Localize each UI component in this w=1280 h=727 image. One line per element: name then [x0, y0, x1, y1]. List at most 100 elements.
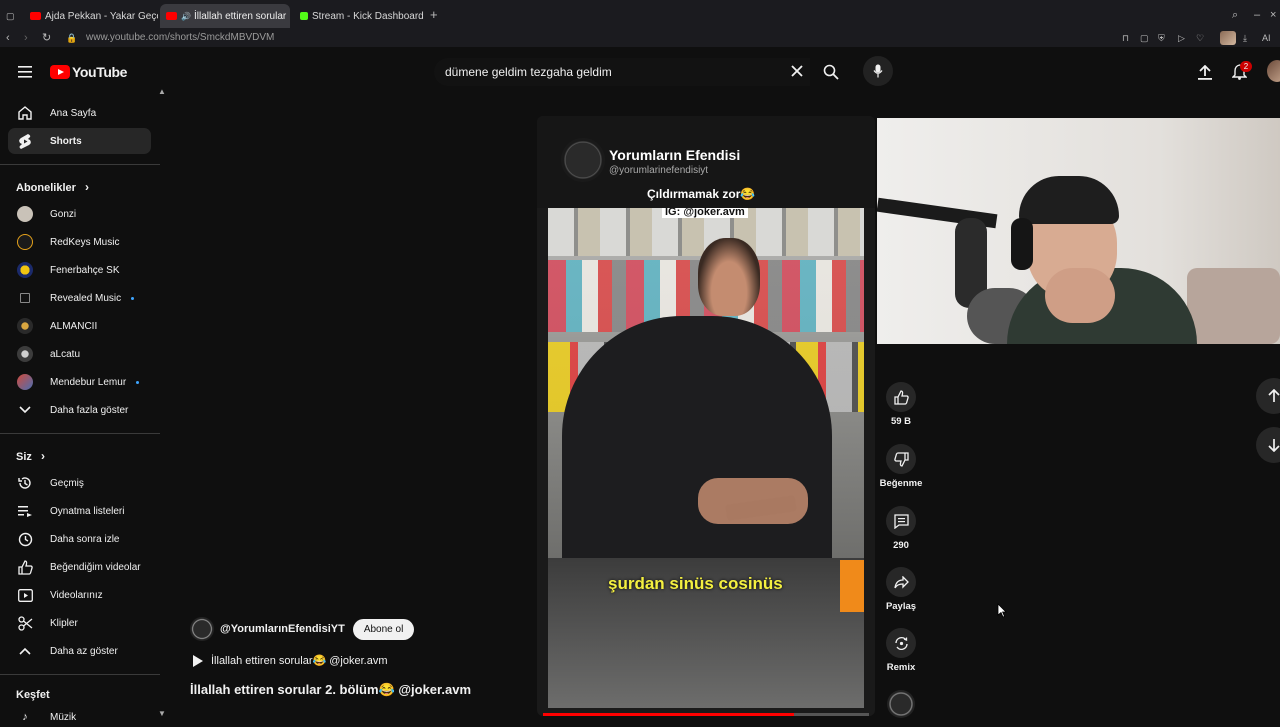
sidebar-item-watch-later[interactable]: Daha sonra izle — [8, 526, 151, 552]
video-overlay-header: Yorumların Efendisi @yorumlarinefendisiy… — [537, 116, 875, 208]
upload-icon[interactable] — [1195, 62, 1215, 82]
remix-button[interactable]: Remix — [878, 628, 924, 673]
subscription-mendebur[interactable]: Mendebur Lemur — [8, 369, 151, 395]
share-icon-circle — [886, 567, 916, 597]
heart-icon[interactable]: ♡ — [1196, 31, 1204, 45]
profile-avatar[interactable] — [1220, 31, 1236, 45]
hands — [698, 478, 808, 524]
like-count: 59 B — [890, 416, 912, 427]
sidebar-item-home[interactable]: Ana Sayfa — [8, 100, 151, 126]
subscription-fenerbahce[interactable]: Fenerbahçe SK — [8, 257, 151, 283]
tab-label: Stream - Kick Dashboard — [312, 10, 424, 22]
overlay-channel-name: Yorumların Efendisi — [609, 147, 741, 163]
share-label: Paylaş — [885, 601, 917, 612]
audio-source-avatar[interactable] — [887, 690, 915, 718]
close-window-icon[interactable]: × — [1270, 8, 1276, 22]
subscription-redkeys[interactable]: RedKeys Music — [8, 229, 151, 255]
avatar — [17, 318, 33, 334]
sidebar-item-your-videos[interactable]: Videolarınız — [8, 582, 151, 608]
minimize-icon[interactable]: – — [1254, 8, 1260, 22]
sidebar-item-label: Shorts — [50, 135, 82, 147]
chevron-right-icon: › — [84, 180, 89, 194]
voice-search-icon[interactable] — [863, 56, 893, 86]
short-video-player[interactable]: Yorumların Efendisi @yorumlarinefendisiy… — [537, 116, 875, 716]
reload-icon[interactable]: ↻ — [42, 31, 51, 45]
share-button[interactable]: Paylaş — [878, 567, 924, 612]
subscription-label: Gonzi — [50, 208, 77, 220]
sidebar-item-label: Daha az göster — [50, 645, 118, 657]
you-heading[interactable]: Siz › — [16, 449, 45, 463]
subscriptions-heading[interactable]: Abonelikler › — [16, 180, 89, 194]
sidebar-item-music[interactable]: ♪ Müzik — [8, 707, 151, 727]
explore-heading: Keşfet — [16, 689, 50, 701]
channel-avatar-slot — [16, 233, 34, 251]
download-icon[interactable]: ⤓ — [1243, 31, 1247, 45]
next-short-button[interactable] — [1256, 427, 1280, 463]
ai-extension[interactable]: AI — [1262, 31, 1271, 45]
extension-play-icon[interactable]: ▷ — [1178, 31, 1185, 45]
browser-tab-ajda[interactable]: Ajda Pekkan - Yakar Geçe — [24, 4, 158, 28]
forward-icon[interactable]: › — [24, 31, 28, 45]
search-tabs-icon[interactable]: ⌕ — [1232, 8, 1238, 22]
like-icon-circle — [886, 382, 916, 412]
new-tab-button[interactable]: + — [430, 8, 438, 22]
music-icon: ♪ — [22, 711, 28, 723]
subscription-almancii[interactable]: ALMANCII — [8, 313, 151, 339]
subscription-label: RedKeys Music — [50, 236, 120, 248]
video-frame-image: IG: @joker.avm şurdan sinüs cosinüs — [548, 208, 864, 708]
sidebar-divider — [0, 164, 160, 165]
browser-address-bar: ‹ › ↻ 🔒 www.youtube.com/shorts/SmckdMBVD… — [0, 30, 1280, 47]
extension-screen-icon[interactable]: ▢ — [1140, 31, 1149, 45]
comments-button[interactable]: 290 — [878, 506, 924, 551]
sidebar-item-label: Daha fazla göster — [50, 404, 129, 416]
subscription-revealed[interactable]: Revealed Music — [8, 285, 151, 311]
dislike-button[interactable]: Beğenme — [878, 444, 924, 489]
sidebar-item-history[interactable]: Geçmiş — [8, 470, 151, 496]
sidebar-scroll-down-icon[interactable]: ▼ — [158, 709, 166, 718]
show-less-button[interactable]: Daha az göster — [8, 638, 151, 664]
subscribe-button[interactable]: Abone ol — [352, 618, 415, 640]
youtube-header: YouTube dümene geldim tezgaha geldim 2 — [0, 47, 1280, 97]
search-icon[interactable] — [820, 61, 842, 83]
extension-pin-icon[interactable]: ⊓ — [1122, 31, 1129, 45]
sidebar-item-liked[interactable]: Beğendiğim videolar — [8, 554, 151, 580]
audio-row[interactable]: İllallah ettiren sorular😂 @joker.avm — [192, 654, 387, 667]
browser-tab-illallah[interactable]: 🔊 İllallah ettiren sorular — [160, 4, 290, 28]
headphones — [1011, 218, 1033, 270]
clear-search-icon[interactable] — [788, 62, 806, 80]
new-content-dot — [131, 296, 135, 300]
url-text[interactable]: www.youtube.com/shorts/SmckdMBVDVM — [86, 32, 274, 43]
channel-avatar[interactable] — [190, 617, 214, 641]
person-body — [562, 316, 832, 566]
channel-avatar-slot — [16, 345, 34, 363]
sidebar-item-playlists[interactable]: Oynatma listeleri — [8, 498, 151, 524]
subscription-gonzi[interactable]: Gonzi — [8, 201, 151, 227]
progress-track[interactable] — [543, 713, 869, 716]
subscriptions-title: Abonelikler — [16, 182, 76, 194]
sidebar-scroll-up-icon[interactable]: ▲ — [158, 87, 166, 96]
youtube-logo[interactable]: YouTube — [50, 64, 127, 80]
channel-avatar-slot — [16, 373, 34, 391]
menu-icon[interactable] — [16, 63, 34, 81]
channel-handle[interactable]: @YorumlarınEfendisiYT — [220, 623, 345, 635]
back-icon[interactable]: ‹ — [6, 31, 10, 45]
mouse-cursor-icon — [997, 603, 1007, 618]
thumbs-up-icon — [893, 389, 909, 405]
overlay-channel-handle: @yorumlarinefendisiyt — [609, 165, 709, 176]
channel-avatar-slot — [16, 205, 34, 223]
like-button[interactable]: 59 B — [878, 382, 924, 427]
search-input[interactable]: dümene geldim tezgaha geldim — [445, 65, 612, 79]
show-more-button[interactable]: Daha fazla göster — [8, 397, 151, 423]
remix-icon-circle — [886, 628, 916, 658]
sidebar-item-shorts[interactable]: Shorts — [8, 128, 151, 154]
arrow-down-icon — [1268, 439, 1280, 452]
sidebar-item-clips[interactable]: Klipler — [8, 610, 151, 636]
browser-tab-kick[interactable]: Stream - Kick Dashboard — [294, 4, 424, 28]
shorts-icon — [16, 132, 34, 150]
subscription-label: Fenerbahçe SK — [50, 264, 120, 276]
tab-actions-icon[interactable]: ▢ — [6, 9, 15, 23]
previous-short-button[interactable] — [1256, 378, 1280, 414]
account-avatar[interactable] — [1267, 60, 1280, 82]
extension-shield-icon[interactable]: ⛨ — [1158, 31, 1165, 45]
subscription-alcatu[interactable]: aLcatu — [8, 341, 151, 367]
